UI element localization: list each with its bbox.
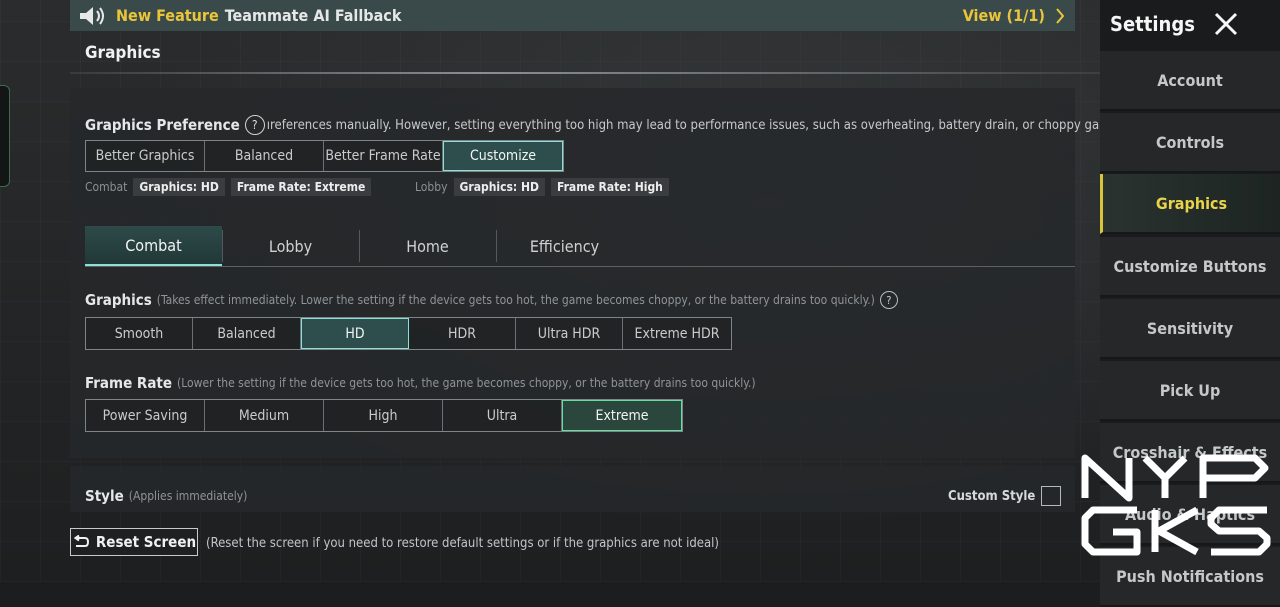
combat-summary: Combat Graphics: HD Frame Rate: Extreme — [85, 178, 372, 196]
graphics-option-ultra-hdr[interactable]: Ultra HDR — [516, 318, 623, 349]
graphics-option-extreme-hdr[interactable]: Extreme HDR — [623, 318, 731, 349]
frame-rate-setting-row: Frame Rate (Lower the setting if the dev… — [85, 374, 756, 392]
title-divider — [70, 72, 1100, 74]
left-edge-handle[interactable] — [0, 85, 10, 187]
help-icon[interactable]: ? — [879, 291, 898, 309]
graphics-setting-label: Graphics — [85, 291, 152, 309]
lobby-framerate-chip: Frame Rate: High — [551, 178, 669, 196]
frame-rate-option-medium[interactable]: Medium — [205, 400, 324, 431]
new-feature-label: New Feature — [116, 6, 219, 25]
tab-combat[interactable]: Combat — [85, 226, 222, 266]
reset-screen-button[interactable]: Reset Screen — [70, 528, 198, 556]
frame-rate-option-extreme[interactable]: Extreme — [562, 400, 682, 431]
close-icon[interactable] — [1213, 11, 1239, 37]
sidebar-item-account[interactable]: Account — [1100, 51, 1280, 111]
lobby-graphics-chip: Graphics: HD — [453, 178, 545, 196]
view-link[interactable]: View (1/1) — [963, 6, 1065, 25]
frame-rate-option-ultra[interactable]: Ultra — [443, 400, 562, 431]
style-row: Style (Applies immediately) — [85, 487, 247, 505]
graphics-preference-description: ıreferences manually. However, setting e… — [266, 117, 1149, 133]
speaker-icon — [80, 6, 104, 25]
custom-style-toggle[interactable]: Custom Style — [948, 486, 1062, 506]
tab-lobby[interactable]: Lobby — [222, 226, 359, 266]
settings-title: Settings — [1110, 12, 1195, 36]
preference-option-customize[interactable]: Customize — [443, 141, 563, 171]
sidebar-header: Settings — [1100, 0, 1280, 48]
preference-option-balanced[interactable]: Balanced — [205, 141, 324, 171]
reset-note: (Reset the screen if you need to restore… — [206, 536, 719, 551]
graphics-quality-selector: Smooth Balanced HD HDR Ultra HDR Extreme… — [85, 317, 732, 350]
graphics-setting-row: Graphics (Takes effect immediately. Lowe… — [85, 291, 898, 309]
tab-home[interactable]: Home — [359, 226, 496, 266]
style-label: Style — [85, 487, 124, 505]
preference-option-better-graphics[interactable]: Better Graphics — [86, 141, 205, 171]
preference-option-better-frame-rate[interactable]: Better Frame Rate — [324, 141, 443, 171]
sidebar-item-controls[interactable]: Controls — [1100, 113, 1280, 173]
graphics-setting-note: (Takes effect immediately. Lower the set… — [156, 293, 875, 307]
frame-rate-note: (Lower the setting if the device gets to… — [177, 376, 756, 390]
undo-arrow-icon — [73, 535, 89, 547]
combat-summary-label: Combat — [85, 180, 128, 194]
view-label: View (1/1) — [962, 6, 1045, 25]
lobby-summary: Lobby Graphics: HD Frame Rate: High — [415, 178, 669, 196]
frame-rate-selector: Power Saving Medium High Ultra Extreme — [85, 399, 683, 432]
graphics-preference-label: Graphics Preference — [85, 116, 240, 134]
sidebar-item-sensitivity[interactable]: Sensitivity — [1100, 299, 1280, 359]
page-title: Graphics — [85, 43, 161, 63]
announcement-banner[interactable]: New Feature Teammate AI Fallback View (1… — [70, 0, 1075, 31]
banner-message: Teammate AI Fallback — [224, 6, 402, 25]
help-icon[interactable]: ? — [244, 115, 265, 135]
frame-rate-option-power-saving[interactable]: Power Saving — [86, 400, 205, 431]
reset-screen-label: Reset Screen — [95, 533, 197, 551]
frame-rate-label: Frame Rate — [85, 374, 173, 392]
graphics-option-smooth[interactable]: Smooth — [86, 318, 193, 349]
custom-style-checkbox[interactable] — [1041, 486, 1062, 506]
graphics-preference-selector: Better Graphics Balanced Better Frame Ra… — [85, 140, 564, 172]
chevron-right-icon — [1056, 7, 1065, 24]
graphics-option-balanced[interactable]: Balanced — [193, 318, 301, 349]
graphics-option-hdr[interactable]: HDR — [409, 318, 516, 349]
frame-rate-option-high[interactable]: High — [324, 400, 443, 431]
mode-tabs: Combat Lobby Home Efficiency — [85, 226, 1075, 267]
custom-style-label: Custom Style — [948, 488, 1036, 504]
tab-efficiency[interactable]: Efficiency — [496, 226, 633, 266]
lobby-summary-label: Lobby — [415, 180, 448, 194]
combat-graphics-chip: Graphics: HD — [133, 178, 225, 196]
graphics-preference-row: Graphics Preference ? ıreferences manual… — [85, 115, 1149, 135]
sidebar-item-pick-up[interactable]: Pick Up — [1100, 361, 1280, 421]
sidebar-item-customize-buttons[interactable]: Customize Buttons — [1100, 237, 1280, 297]
combat-framerate-chip: Frame Rate: Extreme — [230, 178, 372, 196]
graphics-option-hd[interactable]: HD — [301, 318, 409, 349]
style-note: (Applies immediately) — [128, 489, 248, 503]
sidebar-item-graphics[interactable]: Graphics — [1100, 174, 1280, 234]
nyp-gks-logo — [1081, 454, 1271, 556]
